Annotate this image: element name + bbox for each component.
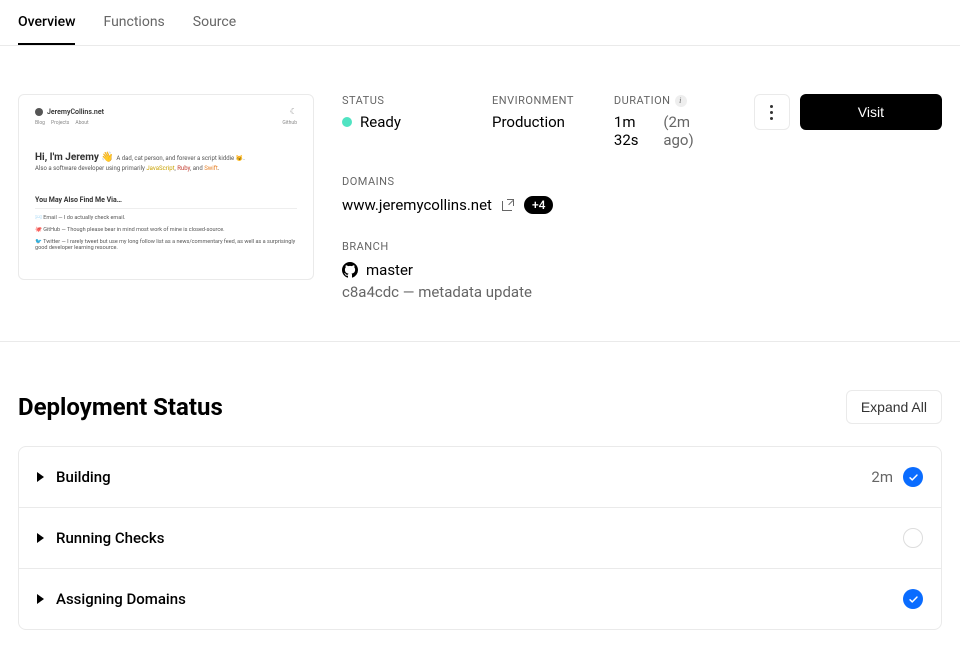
step-running-checks[interactable]: Running Checks xyxy=(19,508,941,569)
deployment-summary: JeremyCollins.net ☾ Blog Projects About … xyxy=(0,46,960,342)
environment-label: ENVIRONMENT xyxy=(492,94,574,107)
check-circle-icon xyxy=(903,467,923,487)
caret-right-icon xyxy=(37,533,44,543)
domains-label: DOMAINS xyxy=(342,175,942,188)
status-value: Ready xyxy=(360,113,401,131)
pv-nav-projects: Projects xyxy=(51,120,69,126)
status-dot-icon xyxy=(342,117,352,127)
deployment-tabs: Overview Functions Source xyxy=(0,0,960,46)
deployment-status-title: Deployment Status xyxy=(18,393,223,421)
domain-link[interactable]: www.jeremycollins.net xyxy=(342,196,492,214)
pv-hello: Hi, I'm Jeremy 👋 xyxy=(35,152,114,163)
deployment-preview[interactable]: JeremyCollins.net ☾ Blog Projects About … xyxy=(18,94,314,280)
status-label: STATUS xyxy=(342,94,452,107)
external-link-icon xyxy=(502,199,514,211)
tab-overview[interactable]: Overview xyxy=(18,15,75,45)
check-circle-icon xyxy=(903,589,923,609)
site-name: JeremyCollins.net xyxy=(47,108,104,116)
visit-button[interactable]: Visit xyxy=(800,94,942,130)
tab-source[interactable]: Source xyxy=(193,15,236,45)
github-icon xyxy=(342,262,358,278)
pv-item-email: ✉️ Email — I do actually check email. xyxy=(35,215,297,221)
more-actions-button[interactable] xyxy=(754,94,790,130)
domains-more-pill[interactable]: +4 xyxy=(524,196,553,214)
step-assigning-domains[interactable]: Assigning Domains xyxy=(19,569,941,629)
pv-item-twitter: 🐦 Twitter — I rarely tweet but use my lo… xyxy=(35,239,297,251)
commit-info[interactable]: c8a4cdc — metadata update xyxy=(342,283,942,301)
pv-also-title: You May Also Find Me Via… xyxy=(35,196,297,209)
more-vertical-icon xyxy=(770,105,773,120)
duration-label: DURATION xyxy=(614,94,671,107)
pv-nav-blog: Blog xyxy=(35,120,45,126)
duration-value: 1m 32s xyxy=(614,113,655,149)
step-building-time: 2m xyxy=(871,468,893,486)
pv-nav-about: About xyxy=(75,120,88,126)
pv-item-github: 🐙 GitHub — Though please bear in mind mo… xyxy=(35,227,297,233)
info-icon[interactable]: i xyxy=(675,95,687,107)
expand-all-button[interactable]: Expand All xyxy=(846,390,942,424)
duration-ago: (2m ago) xyxy=(663,113,713,149)
pv-hello-sub: A dad, cat person, and forever a script … xyxy=(116,155,244,162)
pv-nav-github: Github xyxy=(282,120,297,126)
caret-right-icon xyxy=(37,594,44,604)
deployment-status-section: Deployment Status Expand All Building 2m… xyxy=(0,342,960,660)
site-logo-icon xyxy=(35,108,43,116)
caret-right-icon xyxy=(37,472,44,482)
environment-value: Production xyxy=(492,113,574,131)
empty-circle-icon xyxy=(903,528,923,548)
branch-name[interactable]: master xyxy=(366,261,413,279)
moon-icon: ☾ xyxy=(290,107,297,116)
step-building[interactable]: Building 2m xyxy=(19,447,941,508)
branch-label: BRANCH xyxy=(342,240,942,253)
tab-functions[interactable]: Functions xyxy=(103,15,164,45)
